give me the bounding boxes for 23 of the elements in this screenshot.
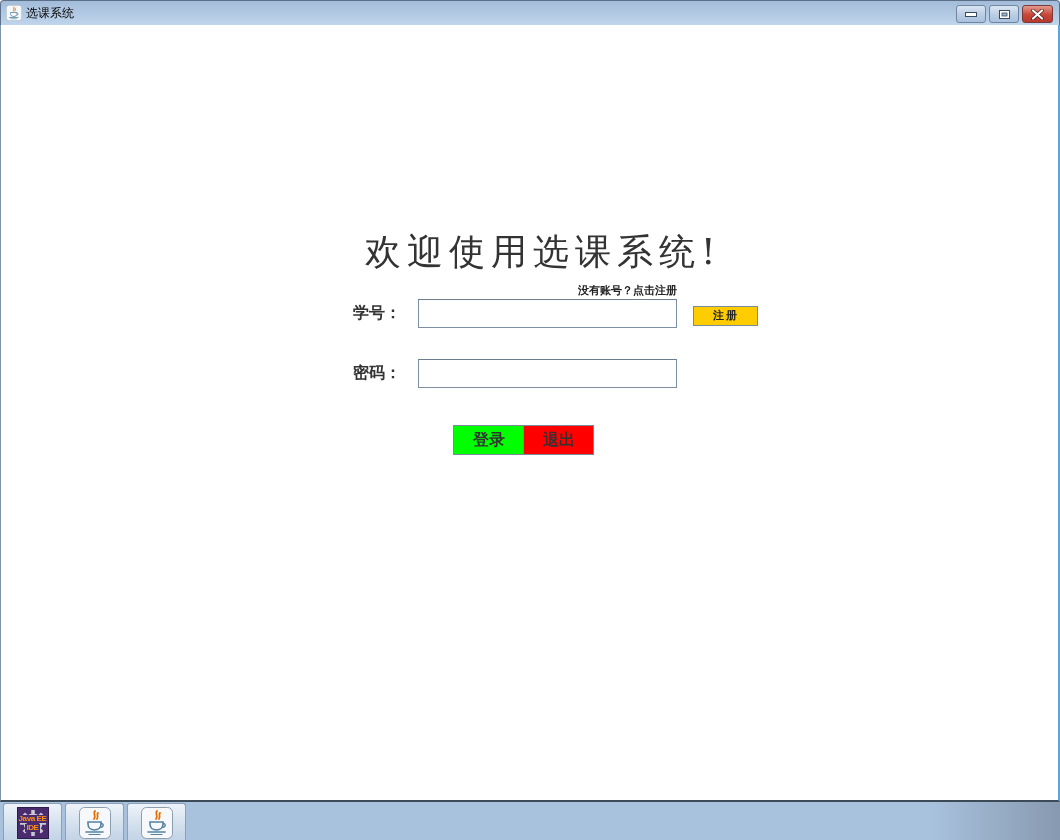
field-label: 密码：	[353, 363, 402, 384]
logo-text: Java EE	[17, 814, 48, 823]
minimize-icon	[965, 11, 977, 17]
input-field[interactable]	[418, 359, 677, 388]
window-title: 选课系统	[26, 6, 74, 20]
minimize-button[interactable]	[956, 5, 986, 23]
register-button[interactable]: 注册	[693, 305, 758, 326]
logo-text: IDE	[25, 823, 40, 832]
close-icon	[1031, 8, 1044, 20]
taskbar-button[interactable]	[65, 803, 124, 840]
java-cup-icon	[140, 807, 173, 839]
taskbar-button[interactable]	[127, 803, 186, 840]
close-button[interactable]	[1022, 5, 1053, 23]
field-label: 学号：	[353, 303, 402, 324]
action-button[interactable]: 登录	[453, 425, 524, 455]
input-field[interactable]	[418, 299, 677, 328]
register-link[interactable]: 没有账号？点击注册	[578, 284, 677, 297]
maximize-icon	[998, 9, 1010, 19]
java-cup-icon	[78, 807, 111, 839]
taskbar-button[interactable]: Java EE IDE	[3, 803, 62, 840]
java-cup-icon	[6, 5, 22, 21]
maximize-button[interactable]	[989, 5, 1019, 23]
welcome-heading: 欢迎使用选课系统!	[365, 231, 723, 273]
